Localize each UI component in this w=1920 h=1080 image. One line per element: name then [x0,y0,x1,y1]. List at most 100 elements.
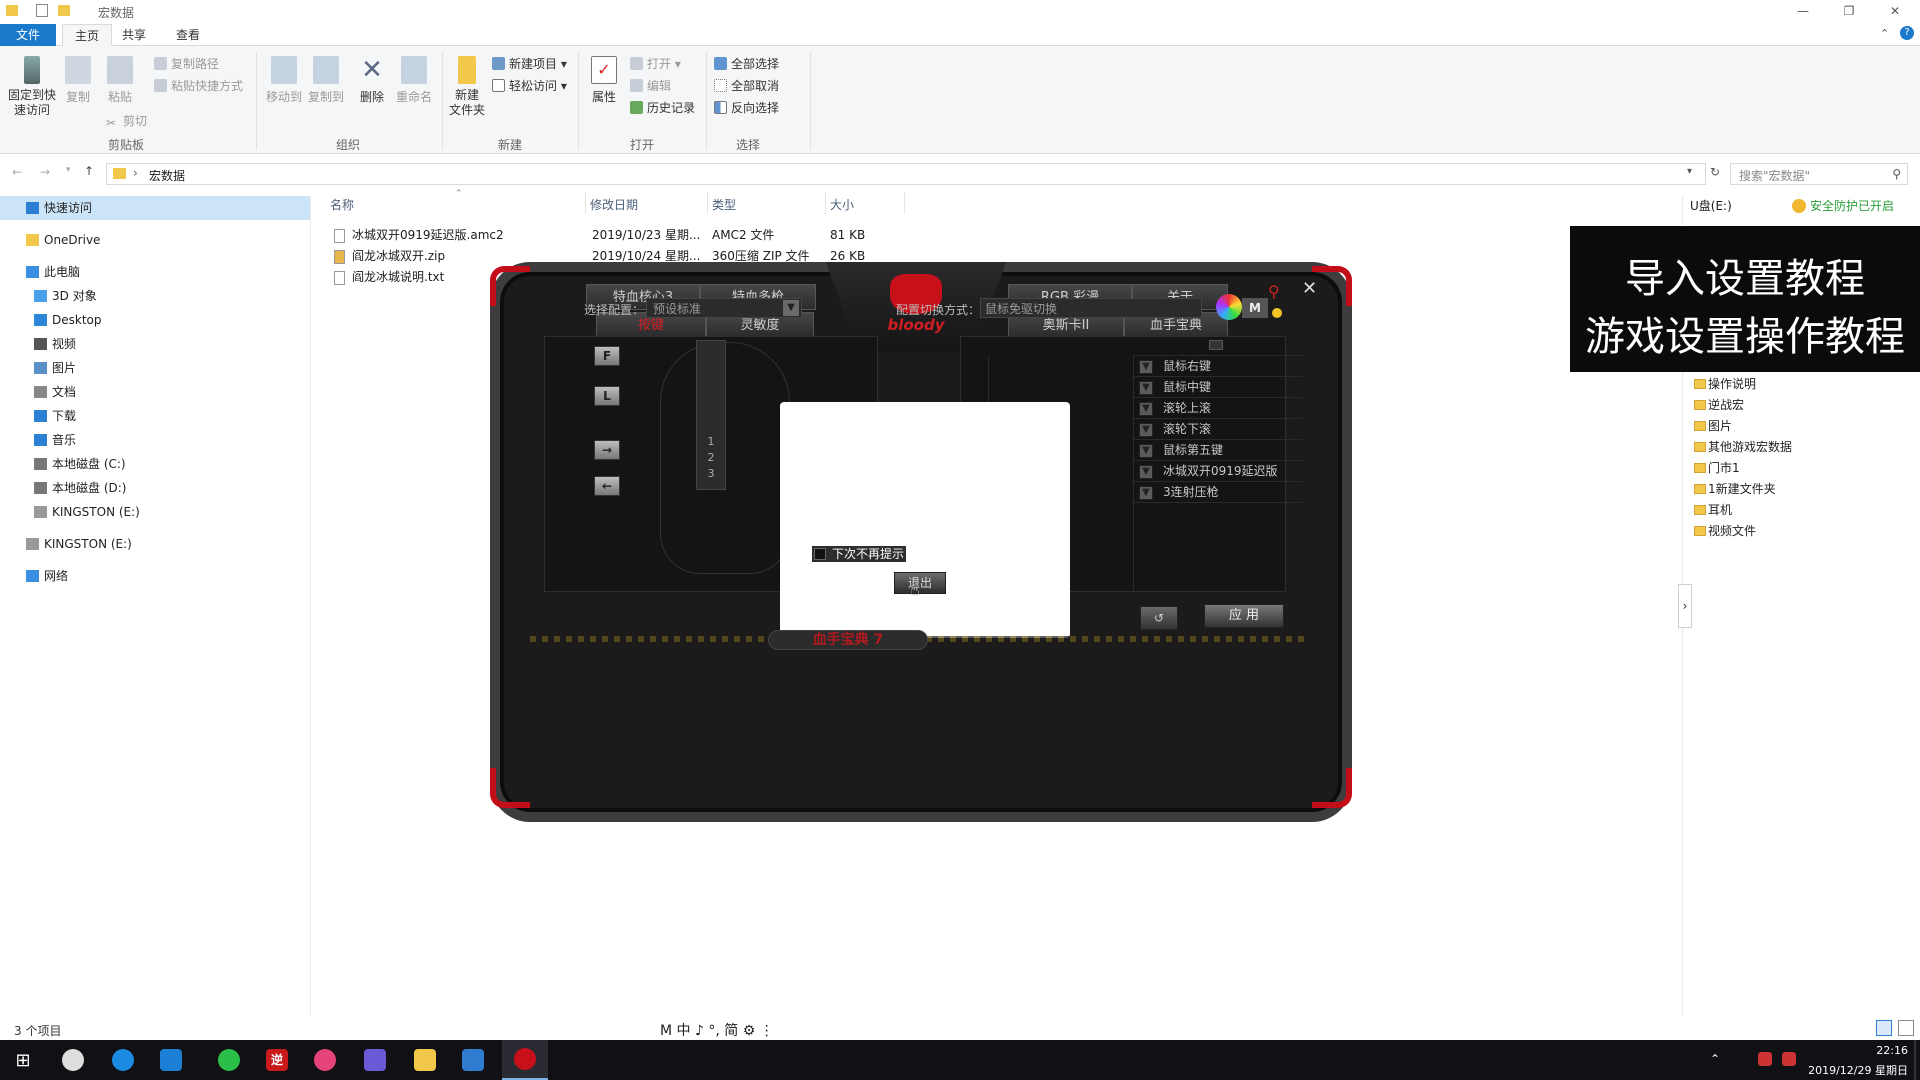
nav-item[interactable]: 文档 [0,380,310,404]
select-none-button[interactable]: 全部取消 [714,77,779,94]
close-button[interactable]: ✕ [1872,0,1918,22]
ime-toolbar[interactable]: M 中 ♪ °, 简 ⚙ ⋮ [660,1020,774,1040]
collapse-ribbon-icon[interactable]: ⌃ [1880,27,1889,40]
folder-item[interactable]: 耳机 [1694,500,1732,520]
macro-row[interactable]: ▼ 滚轮下滚 [1133,419,1303,440]
taskbar-app[interactable] [148,1040,194,1080]
column-name[interactable]: 名称 [330,196,354,213]
folder-item[interactable]: 1新建文件夹 [1694,479,1776,499]
reset-icon[interactable]: ↺ [1140,606,1178,630]
properties-quick-icon[interactable] [36,4,48,17]
exit-button[interactable]: 退出 [894,572,946,594]
new-item-button[interactable]: 新建项目 ▾ [492,55,567,72]
nav-item[interactable]: 3D 对象 [0,284,310,308]
macro-row[interactable]: ▼ 冰城双开0919延迟版 [1133,461,1303,482]
macro-row[interactable]: ▼ 鼠标右键 [1133,356,1303,377]
new-folder-button[interactable]: 新建 文件夹 [444,56,490,118]
macro-dropdown-icon[interactable]: ▼ [1139,444,1153,458]
nav-item[interactable]: KINGSTON (E:) [0,532,310,556]
macro-dropdown-icon[interactable]: ▼ [1139,402,1153,416]
color-wheel-icon[interactable] [1216,294,1242,320]
edit-button[interactable]: 编辑 [630,77,671,94]
forward-arrow-icon[interactable]: → [40,165,50,179]
protection-status[interactable]: 安全防护已开启 [1792,197,1894,214]
copy-path-button[interactable]: 复制路径 [154,55,219,72]
nav-item[interactable]: 本地磁盘 (D:) [0,476,310,500]
column-modified[interactable]: 修改日期 [590,196,638,213]
easy-access-button[interactable]: 轻松访问 ▾ [492,77,567,94]
dont-show-again-checkbox[interactable]: 下次不再提示 [812,546,906,562]
macro-row[interactable]: ▼ 3连射压枪 [1133,482,1303,503]
taskbar-app[interactable]: 逆 [254,1040,300,1080]
macro-row[interactable]: ▼ 鼠标第五键 [1133,440,1303,461]
switch-mode-value[interactable]: 鼠标免驱切换 [980,298,1202,318]
nav-item[interactable]: 快速访问 [0,196,310,220]
taskbar-app[interactable] [402,1040,448,1080]
taskbar-app[interactable] [100,1040,146,1080]
folder-item[interactable]: 视频文件 [1694,521,1756,541]
folder-item[interactable]: 操作说明 [1694,374,1756,394]
nav-item[interactable]: 此电脑 [0,260,310,284]
folder-item[interactable]: 图片 [1694,416,1732,436]
tray-chevron-icon[interactable]: ⌃ [1710,1052,1720,1066]
copy-to-button[interactable]: 复制到 [300,56,352,105]
folder-item[interactable]: 门市1 [1694,458,1740,478]
open-button[interactable]: 打开 ▾ [630,55,681,72]
start-button[interactable]: ⊞ [0,1040,46,1080]
show-desktop-button[interactable] [1914,1040,1916,1080]
nav-item[interactable]: 视频 [0,332,310,356]
drive-label[interactable]: U盘(E:) [1690,197,1732,214]
macro-row[interactable]: ▼ 滚轮上滚 [1133,398,1303,419]
side-button[interactable]: F [594,346,620,366]
nav-item[interactable]: 下载 [0,404,310,428]
new-folder-quick-icon[interactable] [58,5,70,16]
folder-item[interactable]: 逆战宏 [1694,395,1744,415]
nav-item[interactable]: 音乐 [0,428,310,452]
file-row[interactable]: 冰城双开0919延迟版.amc2 2019/10/23 星期... AMC2 文件 8… [330,225,900,246]
bulb-icon[interactable] [1272,308,1282,318]
apply-button[interactable]: 应 用 [1204,604,1284,628]
details-view-icon[interactable] [1876,1020,1892,1036]
macro-dropdown-icon[interactable]: ▼ [1139,465,1153,479]
search-input[interactable]: 搜索"宏数据" ⚲ [1730,163,1908,185]
nav-item[interactable]: 本地磁盘 (C:) [0,452,310,476]
recent-chevron-icon[interactable]: ▾ [66,165,71,175]
nav-item[interactable]: Desktop [0,308,310,332]
joystick-icon[interactable]: ⚲ [1268,282,1280,301]
macro-dropdown-icon[interactable]: ▼ [1139,381,1153,395]
back-arrow-icon[interactable]: ← [12,165,22,179]
m-mode-button[interactable]: M [1242,298,1268,318]
expand-panel-chevron-icon[interactable]: › [1678,584,1692,628]
column-size[interactable]: 大小 [830,196,854,213]
taskbar-app[interactable] [206,1040,252,1080]
nav-item[interactable]: KINGSTON (E:) [0,500,310,524]
invert-selection-button[interactable]: 反向选择 [714,99,779,116]
tab-share[interactable]: 共享 [110,24,158,46]
taskbar-app[interactable] [50,1040,96,1080]
clock-time[interactable]: 22:16 [1808,1044,1908,1057]
cut-button[interactable]: ✂ 剪切 [106,112,147,130]
tiles-view-icon[interactable] [1898,1020,1914,1036]
minimize-button[interactable]: — [1780,0,1826,22]
nav-item[interactable]: 网络 [0,564,310,588]
help-icon[interactable]: ? [1900,26,1914,40]
tray-icon[interactable] [1758,1052,1772,1066]
address-dropdown-icon[interactable]: ▾ [1687,166,1692,177]
folder-item[interactable]: 其他游戏宏数据 [1694,437,1792,457]
paste-button[interactable]: 粘贴 [94,56,146,105]
taskbar-app[interactable] [302,1040,348,1080]
taskbar-app-bloody[interactable] [502,1040,548,1080]
properties-button[interactable]: ✓ 属性 [580,56,628,105]
up-arrow-icon[interactable]: ↑ [84,164,94,178]
nav-item[interactable]: 图片 [0,356,310,380]
address-bar[interactable]: › 宏数据 ▾ [106,163,1706,185]
breadcrumb-path[interactable]: 宏数据 [149,167,185,184]
clock-date[interactable]: 2019/12/29 星期日 [1788,1062,1908,1078]
tab-home[interactable]: 主页 [62,24,113,46]
refresh-icon[interactable]: ↻ [1710,165,1720,179]
taskbar-app[interactable] [352,1040,398,1080]
history-button[interactable]: 历史记录 [630,99,695,116]
taskbar-app[interactable] [450,1040,496,1080]
tab-file[interactable]: 文件 [0,24,56,46]
tab-view[interactable]: 查看 [164,24,212,46]
